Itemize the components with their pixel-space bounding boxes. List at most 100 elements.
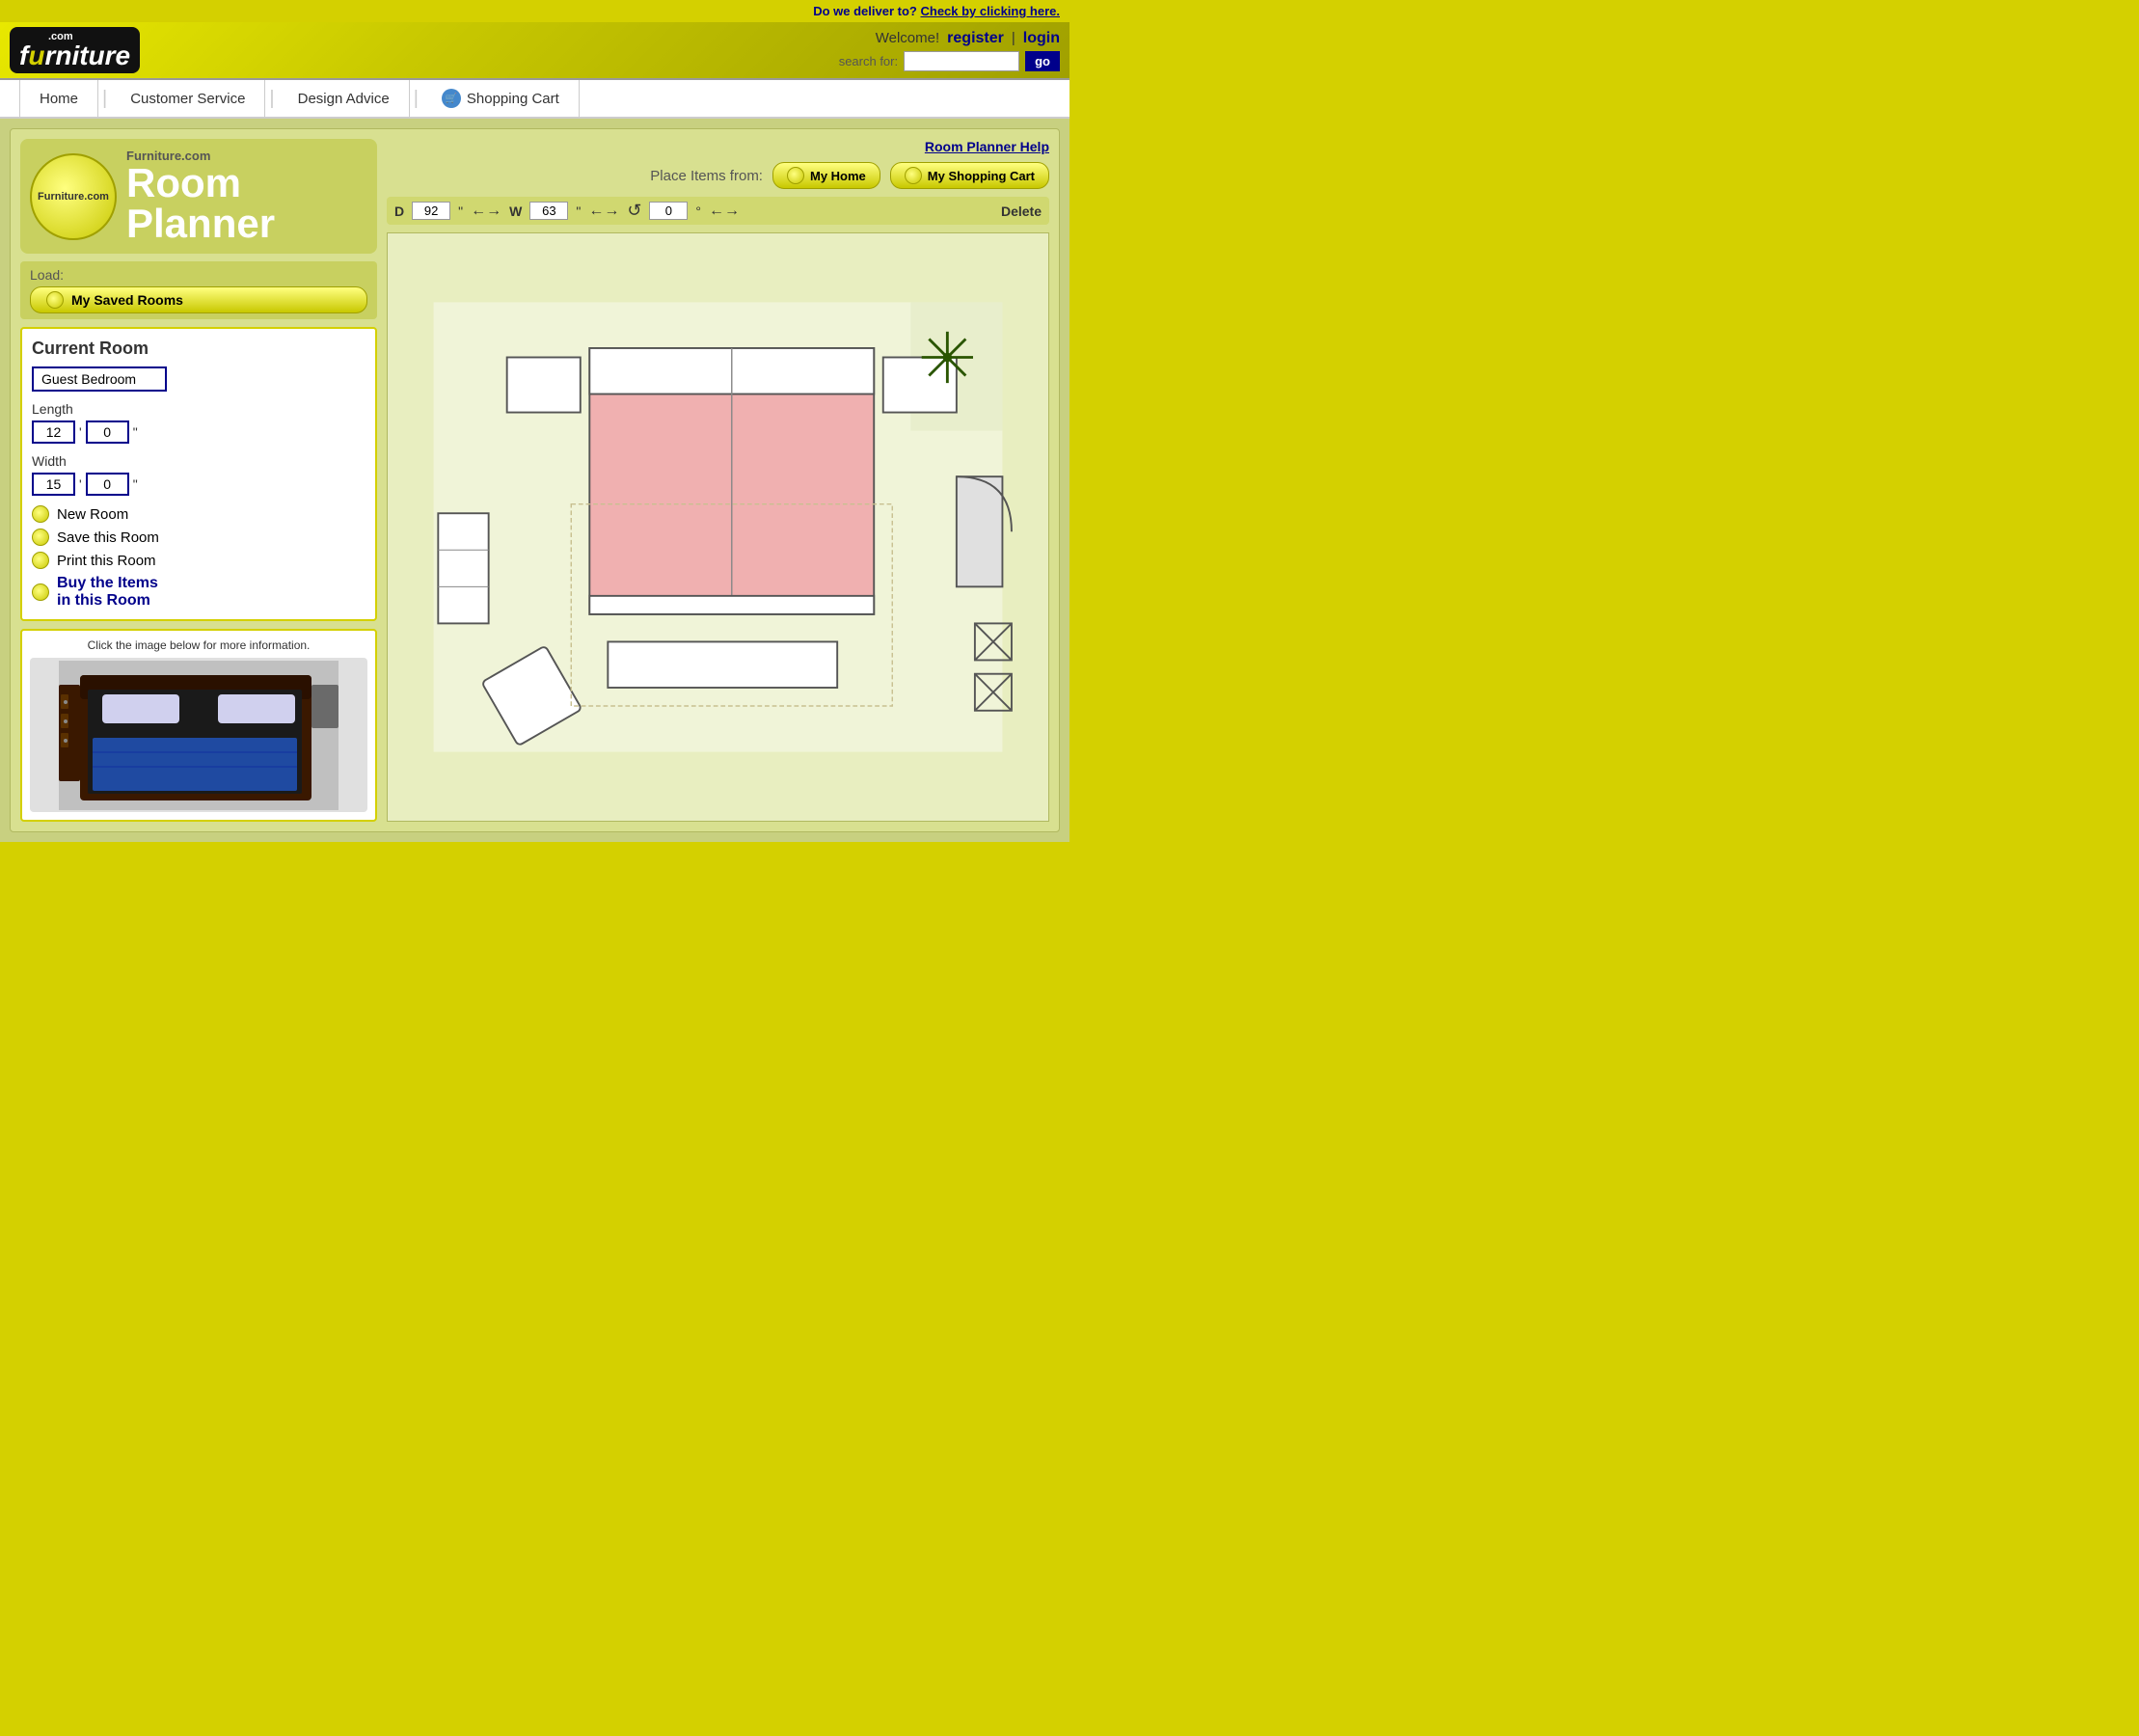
length-label: Length: [32, 401, 366, 417]
buy-items-button[interactable]: Buy the Itemsin this Room: [32, 575, 366, 610]
floor-plan-svg: [388, 233, 1048, 821]
d-value-input[interactable]: [412, 202, 450, 220]
place-items-bar: Place Items from: My Home My Shopping Ca…: [387, 162, 1049, 189]
my-saved-rooms-button[interactable]: My Saved Rooms: [30, 286, 367, 313]
logo-box: .com furniture: [10, 27, 140, 73]
my-saved-rooms-label: My Saved Rooms: [71, 292, 183, 308]
length-dimensions: Length ' ": [32, 401, 366, 444]
planner-title-room: Room: [126, 160, 241, 205]
nav-design-advice[interactable]: Design Advice: [279, 80, 410, 117]
buy-items-label: Buy the Itemsin this Room: [57, 575, 158, 610]
login-link[interactable]: login: [1023, 30, 1060, 47]
header-links: Welcome! register | login: [876, 30, 1060, 47]
register-link[interactable]: register: [947, 30, 1004, 47]
bed-illustration-svg: [59, 661, 338, 810]
item-image-section: Click the image below for more informati…: [20, 629, 377, 822]
length-inputs: ' ": [32, 420, 366, 444]
planner-logo-text: Furniture.com: [38, 191, 109, 203]
width-ft-input[interactable]: [32, 473, 75, 496]
my-cart-button[interactable]: My Shopping Cart: [890, 162, 1049, 189]
nav-sep-1: |: [98, 88, 111, 110]
navbar: Home | Customer Service | Design Advice …: [0, 80, 1070, 119]
delivery-check-link[interactable]: Check by clicking here.: [920, 4, 1060, 18]
room-actions: New Room Save this Room Print this Room …: [32, 505, 366, 610]
save-room-icon: [32, 529, 49, 546]
place-items-label: Place Items from:: [650, 168, 763, 184]
separator: |: [1012, 30, 1015, 46]
welcome-text: Welcome!: [876, 30, 939, 46]
item-image-placeholder[interactable]: [30, 658, 367, 812]
logo-f: f: [19, 41, 28, 70]
length-unit: ": [133, 424, 138, 440]
header-right: Welcome! register | login search for: go: [839, 30, 1060, 71]
dimension-bar: D " ←→ W " ←→ ↺ ° ←→ Delete: [387, 197, 1049, 225]
load-label: Load:: [30, 267, 367, 283]
current-room-section: Current Room Length ' " Width ': [20, 327, 377, 621]
search-input[interactable]: [904, 51, 1019, 71]
my-home-button[interactable]: My Home: [772, 162, 880, 189]
print-room-icon: [32, 552, 49, 569]
my-cart-label: My Shopping Cart: [928, 169, 1035, 183]
new-room-button[interactable]: New Room: [32, 505, 366, 523]
btn-circle-icon: [46, 291, 64, 309]
nav-sep-3: |: [410, 88, 422, 110]
bottom-bar: [0, 842, 1070, 861]
nav-shopping-cart[interactable]: 🛒 Shopping Cart: [422, 80, 580, 117]
d-unit: ": [458, 203, 463, 219]
new-room-icon: [32, 505, 49, 523]
header: .com furniture Welcome! register | login…: [0, 22, 1070, 80]
w-value-input[interactable]: [529, 202, 568, 220]
width-inputs: ' ": [32, 473, 366, 496]
print-room-button[interactable]: Print this Room: [32, 552, 366, 569]
load-section: Load: My Saved Rooms: [20, 261, 377, 319]
width-dimensions: Width ' ": [32, 453, 366, 496]
current-room-title: Current Room: [32, 339, 366, 359]
left-panel: Furniture.com Furniture.com Room Planner…: [20, 139, 377, 822]
cart-label: Shopping Cart: [467, 91, 559, 107]
save-room-button[interactable]: Save this Room: [32, 529, 366, 546]
new-room-label: New Room: [57, 506, 128, 523]
rotate-unit: °: [695, 203, 701, 219]
w-unit: ": [576, 203, 581, 219]
save-room-label: Save this Room: [57, 529, 159, 546]
width-unit: ": [133, 476, 138, 492]
delete-button[interactable]: Delete: [1001, 203, 1042, 219]
my-home-icon: [787, 167, 804, 184]
w-arrow-icon: ←→: [588, 203, 619, 220]
my-cart-icon: [905, 167, 922, 184]
rotate-arrow-icon: ←→: [709, 203, 740, 220]
nav-customer-service[interactable]: Customer Service: [111, 80, 265, 117]
go-button[interactable]: go: [1025, 51, 1060, 71]
item-image-title: Click the image below for more informati…: [30, 638, 367, 652]
room-name-input[interactable]: [32, 366, 167, 392]
width-ft-sep: ': [79, 476, 82, 492]
room-planner-help-link[interactable]: Room Planner Help: [925, 139, 1049, 154]
search-label: search for:: [839, 54, 898, 68]
search-bar: search for: go: [839, 51, 1060, 71]
length-ft-input[interactable]: [32, 420, 75, 444]
room-canvas[interactable]: [387, 232, 1049, 822]
d-label: D: [394, 203, 404, 219]
buy-items-icon: [32, 583, 49, 601]
my-home-label: My Home: [810, 169, 866, 183]
logo-rest: rniture: [44, 41, 130, 70]
planner-title-planner: Planner: [126, 201, 275, 246]
rotate-value-input[interactable]: [649, 202, 688, 220]
length-in-input[interactable]: [86, 420, 129, 444]
width-label: Width: [32, 453, 366, 469]
rotate-icon[interactable]: ↺: [627, 201, 641, 221]
print-room-label: Print this Room: [57, 553, 156, 569]
cart-icon: 🛒: [442, 89, 461, 108]
logo-dot: u: [28, 41, 44, 70]
planner-container: Furniture.com Furniture.com Room Planner…: [10, 128, 1060, 832]
right-panel: Room Planner Help Place Items from: My H…: [387, 139, 1049, 822]
planner-title-big: Room Planner: [126, 163, 367, 244]
nav-sep-2: |: [265, 88, 278, 110]
planner-title-area: Furniture.com Room Planner: [126, 149, 367, 244]
d-arrow-icon: ←→: [471, 203, 501, 220]
width-in-input[interactable]: [86, 473, 129, 496]
delivery-bar: Do we deliver to? Check by clicking here…: [0, 0, 1070, 22]
nav-home[interactable]: Home: [19, 80, 98, 117]
logo-area: .com furniture: [10, 27, 140, 73]
main-content: Furniture.com Furniture.com Room Planner…: [0, 119, 1070, 842]
